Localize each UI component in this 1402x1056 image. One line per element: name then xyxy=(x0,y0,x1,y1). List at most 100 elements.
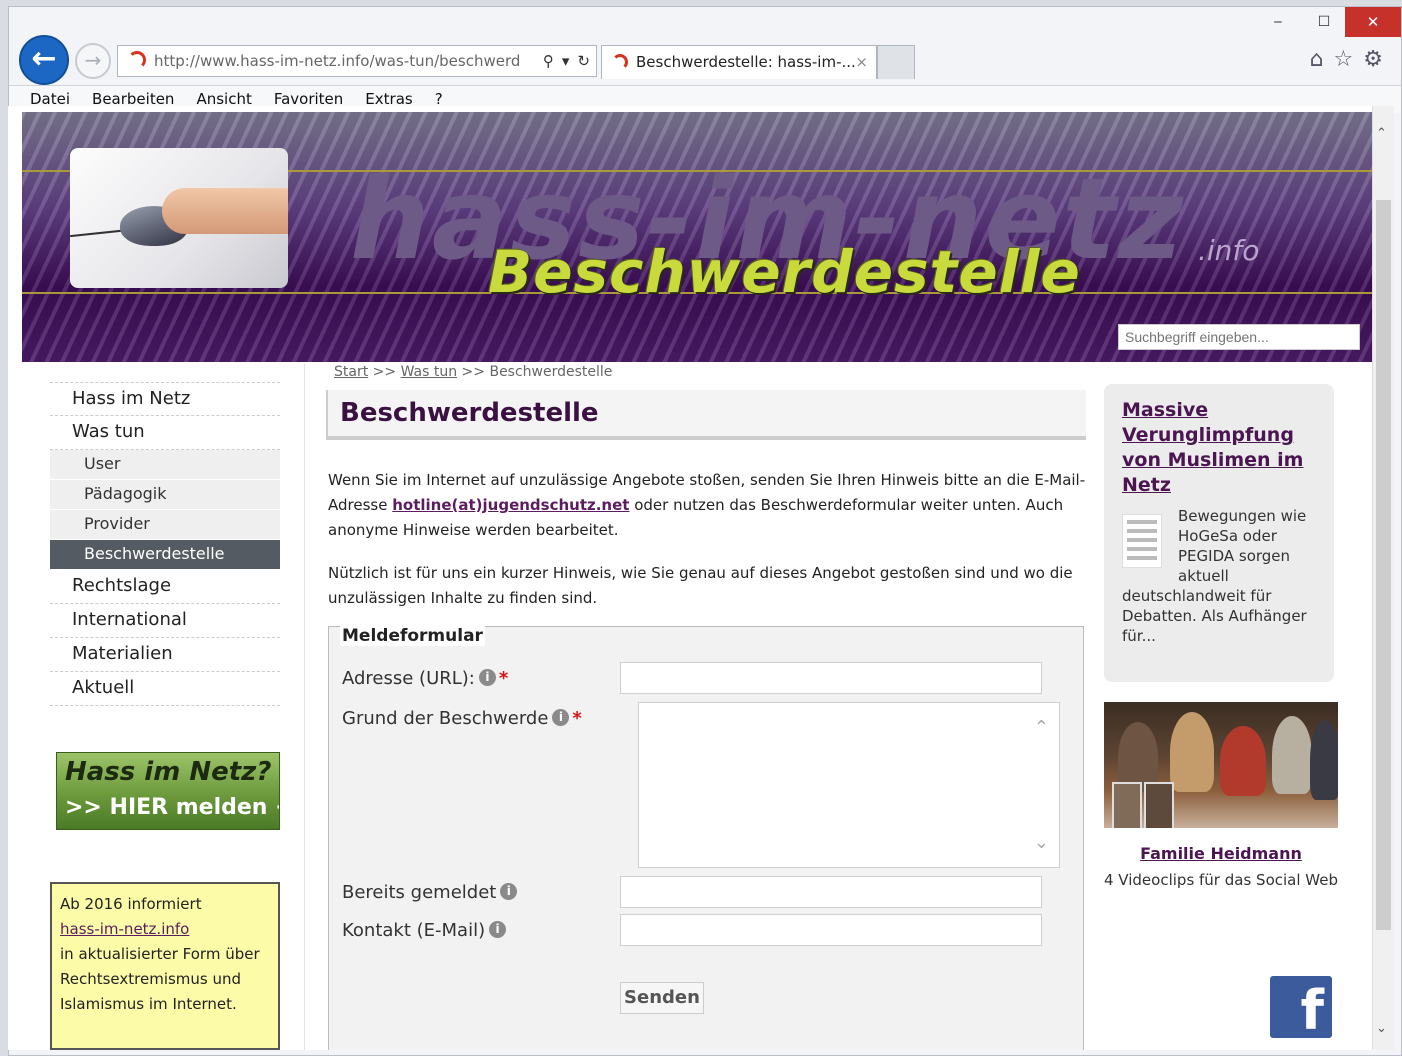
video-title-link[interactable]: Familie Heidmann xyxy=(1104,844,1338,863)
left-navigation: Hass im Netz Was tun User Pädagogik Prov… xyxy=(50,382,280,706)
person-figure xyxy=(1220,726,1266,796)
new-tab-button[interactable] xyxy=(877,45,915,79)
required-mark: * xyxy=(498,668,509,689)
info-box-line2: in aktualisierter Form über Rechtsextrem… xyxy=(60,945,260,1013)
page-viewport: hass-im-netz .info Beschwerdestelle Hass… xyxy=(8,106,1380,1050)
info-icon[interactable]: i xyxy=(552,709,570,726)
facebook-icon[interactable]: f xyxy=(1270,976,1332,1038)
form-legend: Meldeformular xyxy=(340,626,485,646)
nav-sub-paedagogik[interactable]: Pädagogik xyxy=(50,480,280,510)
search-input[interactable] xyxy=(1118,324,1360,350)
breadcrumb-separator: >> xyxy=(372,364,397,380)
nav-sub-user[interactable]: User xyxy=(50,450,280,480)
address-tools: ⚲ ▾ ↻ xyxy=(535,46,590,76)
send-button[interactable]: Senden xyxy=(620,982,704,1014)
contact-email-input[interactable] xyxy=(620,914,1042,946)
nav-sub-beschwerdestelle[interactable]: Beschwerdestelle xyxy=(50,540,280,570)
person-figure xyxy=(1170,712,1214,792)
info-icon[interactable]: i xyxy=(478,669,496,686)
report-banner[interactable]: Hass im Netz? >> HIER melden << xyxy=(56,752,280,830)
nav-was-tun[interactable]: Was tun xyxy=(50,416,280,450)
chevron-down-icon[interactable]: ⌄ xyxy=(1034,832,1049,853)
report-banner-cta: >> HIER melden << xyxy=(65,795,279,820)
dropdown-icon[interactable]: ▾ xyxy=(562,52,570,70)
nav-hass-im-netz[interactable]: Hass im Netz xyxy=(50,382,280,416)
info-icon[interactable]: i xyxy=(489,921,507,938)
reported-label: Bereits gemeldet i xyxy=(342,882,518,903)
news-teaser: Massive Verunglimpfung von Muslimen im N… xyxy=(1104,384,1334,682)
video-inset xyxy=(1144,782,1174,830)
breadcrumb-start[interactable]: Start xyxy=(334,364,368,380)
address-url: http://www.hass-im-netz.info/was-tun/bes… xyxy=(154,52,521,70)
nav-materialien[interactable]: Materialien xyxy=(50,638,280,672)
brand-subtitle: Beschwerdestelle xyxy=(488,238,1081,306)
arrow-left-icon: ← xyxy=(31,41,57,76)
scrollbar-thumb[interactable] xyxy=(1376,200,1391,930)
person-figure xyxy=(1310,720,1338,800)
vertical-scrollbar[interactable]: ⌃ ⌄ xyxy=(1372,106,1394,1050)
intro-paragraph-1: Wenn Sie im Internet auf unzulässige Ang… xyxy=(328,468,1088,543)
close-button[interactable]: ✕ xyxy=(1345,7,1401,37)
title-bar: ‒ ☐ ✕ xyxy=(9,7,1401,43)
address-bar[interactable]: http://www.hass-im-netz.info/was-tun/bes… xyxy=(117,45,597,77)
scroll-up-icon[interactable]: ⌃ xyxy=(1376,126,1387,141)
mouse-photo xyxy=(70,148,288,288)
breadcrumb-separator: >> xyxy=(461,364,486,380)
breadcrumb-current: Beschwerdestelle xyxy=(489,364,613,380)
reason-textarea[interactable]: ⌃ ⌄ xyxy=(638,702,1060,868)
reason-label-text: Grund der Beschwerde xyxy=(342,708,549,729)
maximize-button[interactable]: ☐ xyxy=(1301,7,1347,37)
video-subtitle: 4 Videoclips für das Social Web xyxy=(1104,871,1338,889)
intro-text: Wenn Sie im Internet auf unzulässige Ang… xyxy=(328,468,1088,629)
video-thumbnail[interactable] xyxy=(1104,702,1338,838)
page-title: Beschwerdestelle xyxy=(340,398,599,428)
arrow-right-icon: → xyxy=(84,48,102,72)
tab-favicon-icon xyxy=(612,54,628,70)
nav-rechtslage[interactable]: Rechtslage xyxy=(50,570,280,604)
url-label-text: Adresse (URL): xyxy=(342,668,475,689)
back-button[interactable]: ← xyxy=(19,35,69,85)
info-box-link[interactable]: hass-im-netz.info xyxy=(60,920,189,938)
home-icon[interactable]: ⌂ xyxy=(1310,47,1334,72)
required-mark: * xyxy=(572,708,582,729)
nav-international[interactable]: International xyxy=(50,604,280,638)
news-title-link[interactable]: Massive Verunglimpfung von Muslimen im N… xyxy=(1122,398,1316,498)
video-inset xyxy=(1112,782,1142,830)
news-text: Bewegungen wie HoGeSa oder PEGIDA sorgen… xyxy=(1122,506,1320,646)
tab-beschwerdestelle[interactable]: Beschwerdestelle: hass-im-... × xyxy=(601,45,877,79)
site-favicon-icon xyxy=(128,51,146,69)
url-label: Adresse (URL): i * xyxy=(342,668,508,689)
tab-title: Beschwerdestelle: hass-im-... xyxy=(636,53,856,71)
reported-input[interactable] xyxy=(620,876,1042,908)
video-caption-bar xyxy=(1104,828,1338,838)
page-title-box: Beschwerdestelle xyxy=(326,390,1086,440)
brand-suffix: .info xyxy=(1198,234,1260,267)
hotline-email-link[interactable]: hotline(at)jugendschutz.net xyxy=(392,496,629,514)
news-text-rest: deutschlandweit für Debatten. Als Aufhän… xyxy=(1122,587,1307,645)
star-icon[interactable]: ☆ xyxy=(1334,47,1364,72)
nav-sub-provider[interactable]: Provider xyxy=(50,510,280,540)
forward-button[interactable]: → xyxy=(75,43,111,79)
site-banner: hass-im-netz .info Beschwerdestelle xyxy=(22,112,1376,362)
tab-close-icon[interactable]: × xyxy=(855,46,868,78)
minimize-button[interactable]: ‒ xyxy=(1255,7,1301,37)
report-banner-title: Hass im Netz? xyxy=(65,757,272,787)
hand xyxy=(162,188,288,234)
refresh-icon[interactable]: ↻ xyxy=(577,52,590,70)
news-text-intro: Bewegungen wie HoGeSa oder PEGIDA sorgen… xyxy=(1178,507,1307,585)
search-icon[interactable]: ⚲ xyxy=(543,52,554,70)
info-box-line1: Ab 2016 informiert xyxy=(60,895,202,913)
info-icon[interactable]: i xyxy=(500,883,518,900)
nav-aktuell[interactable]: Aktuell xyxy=(50,672,280,706)
contact-label: Kontakt (E-Mail) i xyxy=(342,920,507,941)
contact-label-text: Kontakt (E-Mail) xyxy=(342,920,486,941)
breadcrumb: Start >> Was tun >> Beschwerdestelle xyxy=(334,364,612,380)
breadcrumb-was-tun[interactable]: Was tun xyxy=(401,364,458,380)
info-box: Ab 2016 informiert hass-im-netz.info in … xyxy=(50,882,280,1050)
intro-paragraph-2: Nützlich ist für uns ein kurzer Hinweis,… xyxy=(328,564,1073,607)
url-input[interactable] xyxy=(620,662,1042,694)
chevron-up-icon[interactable]: ⌃ xyxy=(1034,717,1049,738)
gear-icon[interactable]: ⚙ xyxy=(1363,47,1393,72)
browser-toolbar-icons: ⌂☆⚙ xyxy=(1310,47,1393,72)
scroll-down-icon[interactable]: ⌄ xyxy=(1376,1021,1387,1036)
